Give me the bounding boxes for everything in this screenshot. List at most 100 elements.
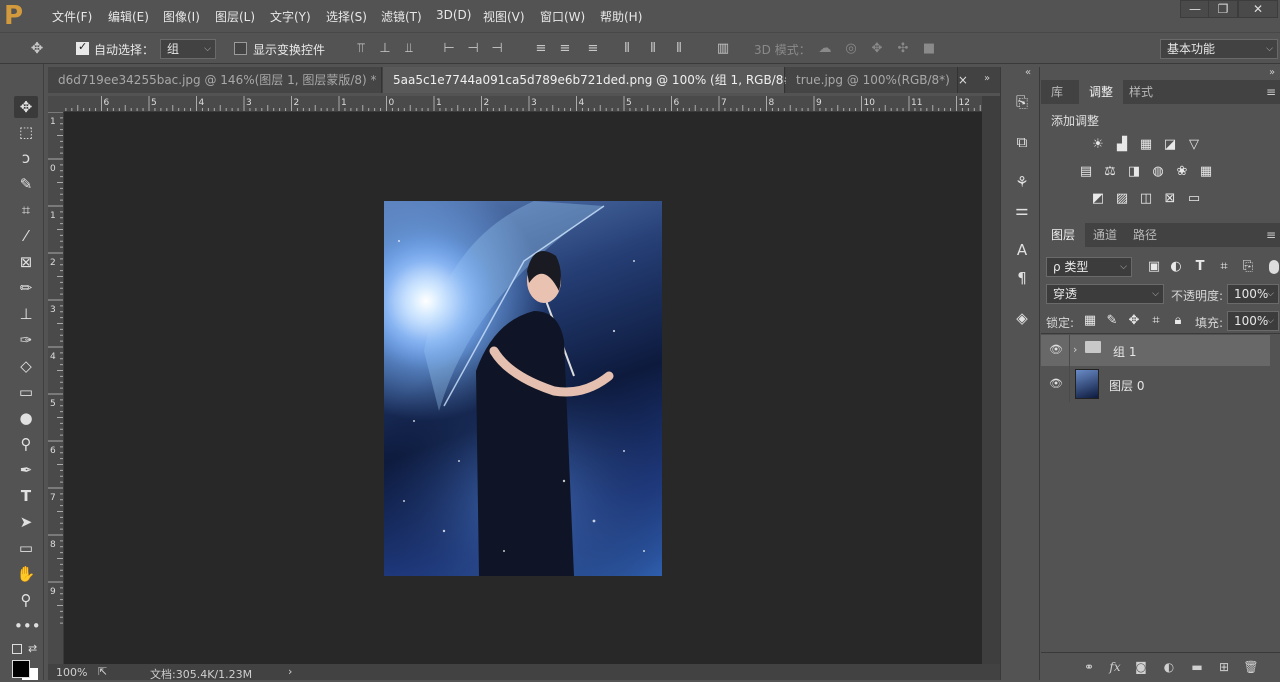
swap-colors-icon[interactable]: ⇄: [28, 642, 37, 655]
brightness-icon[interactable]: ☀: [1089, 137, 1107, 153]
trash-icon[interactable]: 🗑︎: [1243, 660, 1259, 674]
tab-document-1[interactable]: d6d719ee34255bac.jpg @ 146%(图层 1, 图层蒙版/8…: [48, 67, 395, 93]
eye-icon[interactable]: 👁︎: [1049, 343, 1063, 356]
align-top-icon[interactable]: ⫪: [352, 41, 370, 57]
3d-roll-icon[interactable]: ◎: [842, 41, 860, 57]
workspace-dropdown[interactable]: 基本功能 ⌵: [1160, 39, 1278, 59]
gradient-tool-icon[interactable]: ▭: [14, 381, 38, 403]
collapse-icon[interactable]: »: [984, 73, 990, 84]
layer-name[interactable]: 组 1: [1113, 343, 1136, 360]
tab-styles[interactable]: 样式: [1119, 80, 1163, 104]
brush-tool-icon[interactable]: ✏: [14, 277, 38, 299]
distribute-hcenter-icon[interactable]: ⦀: [644, 41, 662, 57]
align-left-icon[interactable]: ⊢: [440, 41, 458, 57]
align-vcenter-icon[interactable]: ⊥: [376, 41, 394, 57]
photo-filter-icon[interactable]: ◍: [1149, 164, 1167, 180]
lock-image-icon[interactable]: ✎: [1103, 313, 1121, 329]
rectangle-tool-icon[interactable]: ▭: [14, 537, 38, 559]
paragraph-panel-icon[interactable]: ¶: [1011, 267, 1033, 289]
lock-all-icon[interactable]: 🔒︎: [1169, 313, 1187, 329]
distribute-right-icon[interactable]: ⦀: [670, 41, 688, 57]
expand-icon[interactable]: »: [1269, 67, 1275, 78]
gradient-map-icon[interactable]: ▭: [1185, 191, 1203, 207]
history-panel-icon[interactable]: ⎘: [1011, 91, 1033, 113]
exposure-icon[interactable]: ◪: [1161, 137, 1179, 153]
opacity-field[interactable]: 100% ⌵: [1227, 284, 1279, 304]
lasso-tool-icon[interactable]: ↄ: [14, 147, 38, 169]
distribute-vcenter-icon[interactable]: ≡: [556, 41, 574, 57]
align-bottom-icon[interactable]: ⫫: [400, 41, 418, 57]
panel-menu-icon[interactable]: ≡: [1266, 228, 1276, 242]
distribute-bottom-icon[interactable]: ≡: [584, 41, 602, 57]
pen-tool-icon[interactable]: ✒: [14, 459, 38, 481]
filter-type-icon[interactable]: T: [1191, 259, 1209, 275]
chevron-right-icon[interactable]: ›: [1073, 343, 1077, 356]
move-tool-icon[interactable]: ✥: [28, 40, 46, 56]
menu-filter[interactable]: 滤镜(T): [381, 8, 422, 25]
foreground-color-swatch[interactable]: [12, 660, 30, 678]
filter-smart-object-icon[interactable]: ⎘: [1239, 259, 1257, 275]
type-tool-icon[interactable]: T: [14, 485, 38, 507]
3d-pan-icon[interactable]: ✥: [868, 41, 886, 57]
folder-icon[interactable]: ▬: [1189, 660, 1205, 674]
tab-library[interactable]: 库: [1041, 80, 1073, 104]
status-menu-arrow[interactable]: ›: [288, 665, 292, 678]
auto-select-checkbox[interactable]: [76, 40, 89, 55]
lock-transparent-icon[interactable]: ▦: [1081, 313, 1099, 329]
threshold-icon[interactable]: ◫: [1137, 191, 1155, 207]
vibrance-icon[interactable]: ▽: [1185, 137, 1203, 153]
filter-shape-icon[interactable]: ⌗: [1215, 259, 1233, 275]
hue-saturation-icon[interactable]: ▤: [1077, 164, 1095, 180]
adjust-settings-icon[interactable]: ⚌: [1011, 199, 1033, 221]
selective-color-icon[interactable]: ⊠: [1161, 191, 1179, 207]
menu-type[interactable]: 文字(Y): [270, 8, 311, 25]
zoom-level[interactable]: 100%: [56, 666, 87, 679]
auto-align-icon[interactable]: ▥: [714, 41, 732, 57]
new-layer-icon[interactable]: ⊞: [1216, 660, 1232, 674]
eye-icon[interactable]: 👁︎: [1049, 377, 1063, 390]
restore-button[interactable]: ❐: [1208, 0, 1238, 18]
black-white-icon[interactable]: ◨: [1125, 164, 1143, 180]
horizontal-ruler[interactable]: 76543210123456789101112: [64, 96, 984, 112]
3d-panel-icon[interactable]: ◈: [1011, 307, 1033, 329]
menu-layer[interactable]: 图层(L): [215, 8, 255, 25]
mask-icon[interactable]: ◙: [1133, 660, 1149, 674]
stamp-tool-icon[interactable]: ⊥: [14, 303, 38, 325]
dodge-tool-icon[interactable]: ⚲: [14, 433, 38, 455]
menu-edit[interactable]: 编辑(E): [108, 8, 149, 25]
filter-adjustment-icon[interactable]: ◐: [1167, 259, 1185, 275]
lock-artboard-icon[interactable]: ⌗: [1147, 313, 1165, 329]
link-icon[interactable]: ⚭: [1081, 660, 1097, 674]
tab-document-2[interactable]: 5aa5c1e7744a091ca5d789e6b721ded.png @ 10…: [383, 67, 826, 93]
curves-icon[interactable]: ▦: [1137, 137, 1155, 153]
menu-select[interactable]: 选择(S): [326, 8, 367, 25]
layer-row-group[interactable]: 👁︎ › 组 1: [1041, 335, 1270, 366]
properties-panel-icon[interactable]: ⧉: [1011, 131, 1033, 153]
color-balance-icon[interactable]: ⚖: [1101, 164, 1119, 180]
menu-window[interactable]: 窗口(W): [540, 8, 585, 25]
tab-document-3[interactable]: true.jpg @ 100%(RGB/8*) ×: [786, 67, 968, 93]
distribute-top-icon[interactable]: ≡: [532, 41, 550, 57]
document-image[interactable]: [384, 201, 662, 576]
menu-view[interactable]: 视图(V): [483, 8, 525, 25]
layer-row-pixel[interactable]: 👁︎ 图层 0: [1041, 366, 1270, 402]
menu-3d[interactable]: 3D(D): [436, 8, 471, 22]
marquee-tool-icon[interactable]: ⬚: [14, 121, 38, 143]
invert-icon[interactable]: ◩: [1089, 191, 1107, 207]
eyedropper-tool-icon[interactable]: ⁄: [14, 225, 38, 247]
path-select-tool-icon[interactable]: ➤: [14, 511, 38, 533]
menu-help[interactable]: 帮助(H): [600, 8, 642, 25]
show-transform-checkbox[interactable]: [234, 42, 247, 55]
auto-select-dropdown[interactable]: 组 ⌵: [160, 39, 216, 59]
ruler-origin[interactable]: [48, 96, 64, 112]
brush-presets-icon[interactable]: ⚘: [1011, 171, 1033, 193]
close-icon[interactable]: ×: [958, 73, 968, 87]
panel-menu-icon[interactable]: ≡: [1266, 85, 1276, 99]
align-hcenter-icon[interactable]: ⊣: [464, 41, 482, 57]
channel-mixer-icon[interactable]: ❀: [1173, 164, 1191, 180]
levels-icon[interactable]: ▟: [1113, 137, 1131, 153]
default-colors-icon[interactable]: [12, 644, 22, 654]
quick-select-tool-icon[interactable]: ✎: [14, 173, 38, 195]
close-window-button[interactable]: ✕: [1238, 0, 1278, 18]
fx-icon[interactable]: fx: [1107, 660, 1123, 674]
